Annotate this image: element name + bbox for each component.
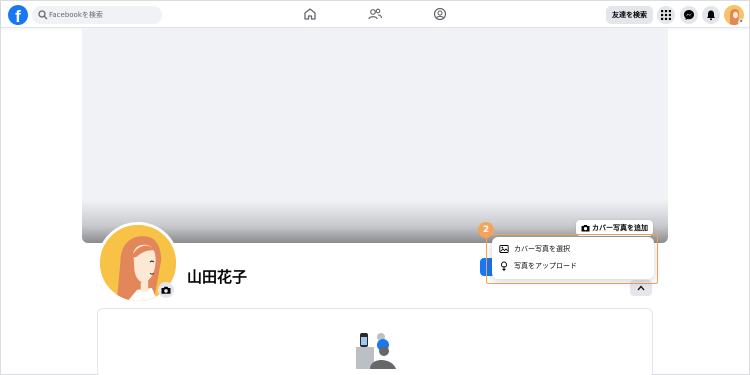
cover-photo-area: [82, 28, 668, 243]
messenger-button[interactable]: [680, 6, 698, 24]
menu-grid-icon: [661, 10, 671, 20]
menu-item-label: 写真をアップロード: [514, 262, 577, 270]
camera-icon: [581, 225, 590, 232]
account-avatar[interactable]: ▾: [724, 5, 744, 25]
notifications-icon: [707, 10, 715, 21]
search-box[interactable]: [32, 6, 162, 24]
top-navigation-bar: f 友達を検索 ▾: [1, 1, 749, 28]
menu-grid-button[interactable]: [657, 6, 675, 24]
menu-item-select-cover-photo[interactable]: カバー写真を選択: [498, 241, 648, 257]
account-chevron-icon: ▾: [738, 19, 744, 25]
notifications-button[interactable]: [702, 6, 720, 24]
profile-icon[interactable]: [432, 6, 448, 22]
search-icon: [38, 10, 48, 20]
logo-letter: f: [15, 7, 21, 25]
messenger-icon: [684, 10, 694, 20]
friends-icon[interactable]: [367, 6, 383, 22]
people-illustration-icon: [356, 333, 396, 369]
cover-photo-dropdown-menu: カバー写真を選択 写真をアップロード: [492, 237, 654, 279]
tutorial-step-badge: 2: [478, 222, 494, 238]
content-card: [97, 308, 653, 375]
menu-item-upload-photo[interactable]: 写真をアップロード: [498, 258, 648, 274]
camera-icon: [161, 286, 171, 294]
home-icon[interactable]: [302, 6, 318, 22]
update-profile-picture-button[interactable]: [158, 282, 174, 298]
find-friends-button[interactable]: 友達を検索: [606, 6, 653, 24]
upload-icon: [500, 261, 508, 271]
facebook-logo[interactable]: f: [8, 5, 28, 25]
menu-item-label: カバー写真を選択: [514, 245, 570, 253]
image-select-icon: [499, 245, 509, 253]
search-input[interactable]: [49, 6, 157, 24]
profile-name: 山田花子: [187, 268, 248, 286]
chevron-up-icon: [637, 285, 645, 291]
